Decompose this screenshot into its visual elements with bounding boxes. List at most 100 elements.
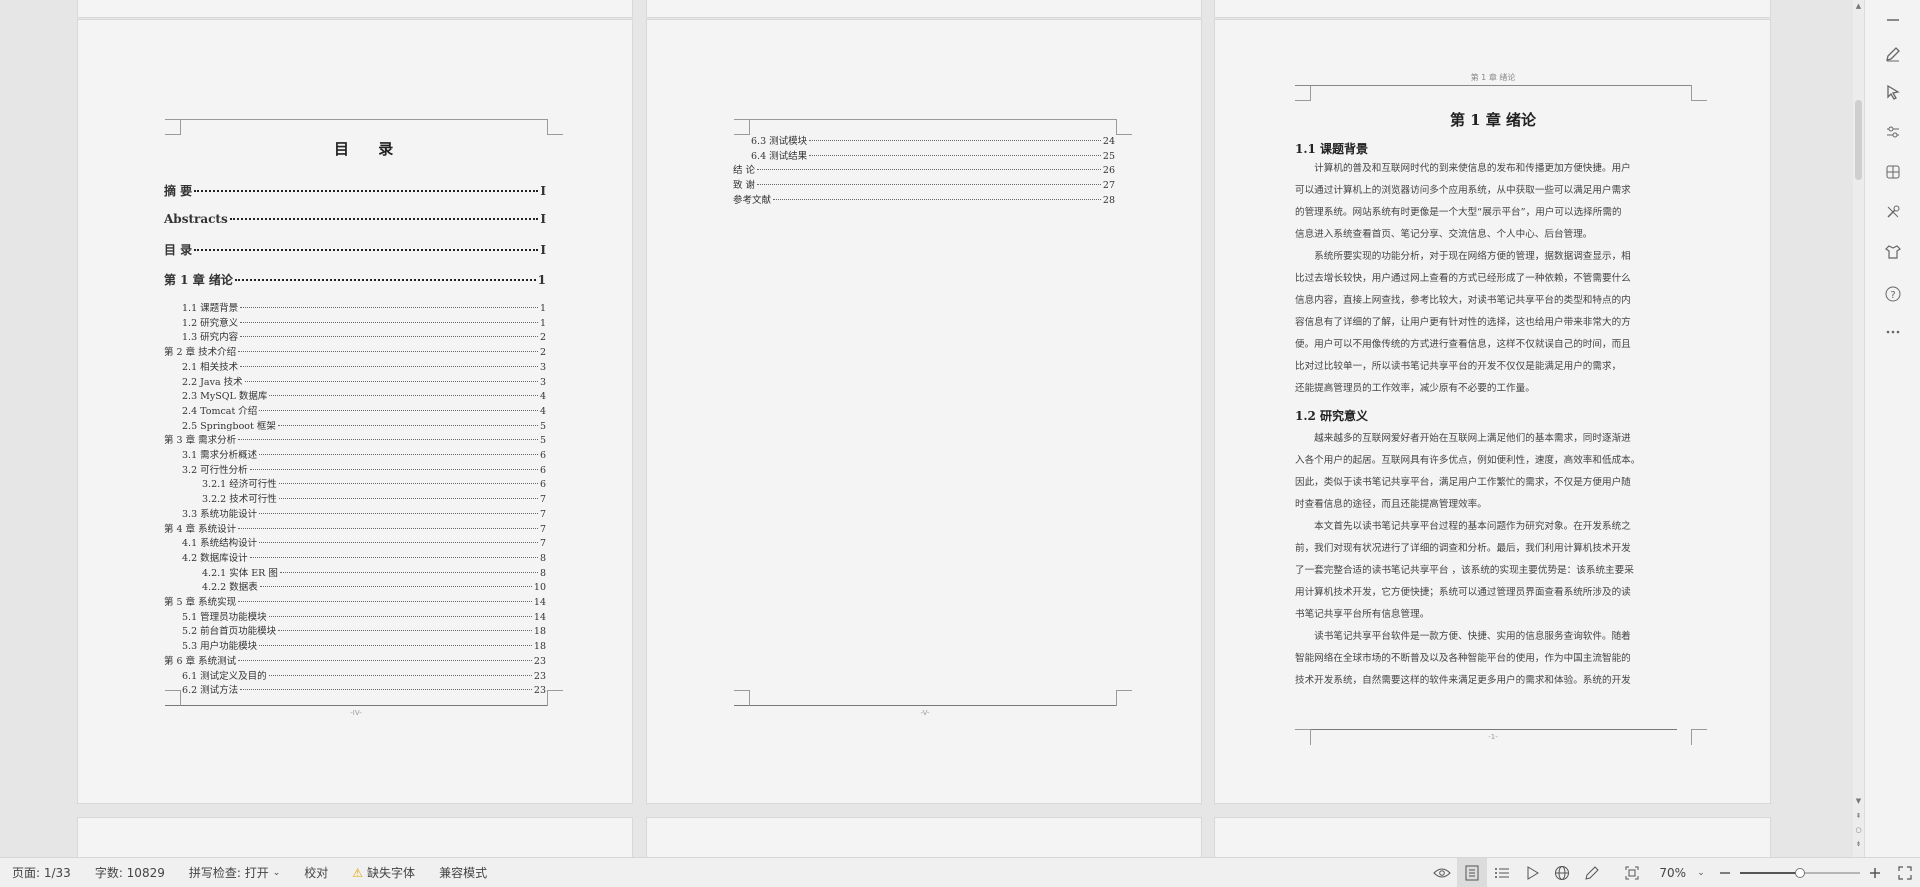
toc-entry[interactable]: 5.1 管理员功能模块 14 — [182, 609, 546, 623]
warning-icon: ⚠ — [352, 865, 364, 880]
toc-entry-title: 摘 要 — [164, 184, 193, 198]
next-page-fragment — [1214, 817, 1771, 857]
toc-entry[interactable]: 2.1 相关技术 3 — [182, 359, 546, 373]
adjust-icon[interactable] — [1881, 120, 1905, 144]
scroll-down-icon[interactable]: ▼ — [1854, 797, 1863, 806]
toc-entry-page: 8 — [539, 552, 546, 564]
toc-entry[interactable]: 3.2 可行性分析 6 — [182, 462, 546, 476]
proofread-button[interactable]: 校对 — [292, 864, 340, 881]
zoom-out-icon[interactable] — [1710, 858, 1740, 887]
toc-entry[interactable]: 6.1 测试定义及目的 23 — [182, 668, 546, 682]
compat-mode-label: 兼容模式 — [439, 866, 488, 880]
zoom-in-icon[interactable] — [1860, 858, 1890, 887]
next-page-icon[interactable]: ⇟ — [1854, 840, 1863, 849]
toc-entry-page: 7 — [539, 523, 546, 535]
toc-entry[interactable]: 3.3 系统功能设计 7 — [182, 506, 546, 520]
toc-entry-title: 致 谢 — [733, 180, 756, 192]
help-icon[interactable]: ? — [1881, 282, 1905, 306]
page-toc[interactable]: 目 录 摘 要 I Abstracts I 目 录I第 1 章 绪论 1 1.1 课题背景 1… — [77, 19, 633, 804]
toc-leader-dots — [234, 278, 536, 281]
toc-entry[interactable]: 4.2.1 实体 ER 图 8 — [202, 565, 546, 579]
toc-entry[interactable]: 目 录I — [164, 241, 546, 258]
toc-leader-dots — [277, 424, 538, 426]
toc-entry[interactable]: 第 2 章 技术介绍 2 — [164, 344, 546, 358]
page-toc-continued[interactable]: 6.3 测试模块 24 6.4 测试结果 25 结 论 26 致 谢 27 参考文献 28 -V- — [646, 19, 1202, 804]
toc-entry-title: 5.1 管理员功能模块 — [182, 611, 267, 623]
toc-entry[interactable]: Abstracts I — [164, 212, 546, 226]
select-browse-icon[interactable]: ○ — [1854, 826, 1863, 835]
zoom-slider-knob[interactable] — [1795, 868, 1805, 878]
toc-entry[interactable]: 5.3 用户功能模块 18 — [182, 638, 546, 652]
page-indicator[interactable]: 页面: 1/33 — [0, 864, 83, 881]
missing-font-button[interactable]: ⚠ 缺失字体 — [340, 864, 427, 881]
toc-entry[interactable]: 6.3 测试模块 24 — [751, 133, 1115, 147]
toc-entry[interactable]: 2.3 MySQL 数据库 4 — [182, 388, 546, 402]
toc-entry[interactable]: 4.2 数据库设计 8 — [182, 550, 546, 564]
toc-entry[interactable]: 5.2 前台首页功能模块 18 — [182, 623, 546, 637]
body-paragraph: 计算机的普及和互联网时代的到来使信息的发布和传播更加方便快捷。用户 可以通过计算… — [1295, 163, 1631, 240]
zoom-level[interactable]: 70% — [1647, 866, 1692, 880]
skin-icon[interactable] — [1881, 240, 1905, 264]
toc-entry-title: 1.1 课题背景 — [182, 303, 239, 314]
toc-entry[interactable]: 1.2 研究意义 1 — [182, 315, 546, 329]
toc-entry[interactable]: 1.3 研究内容 2 — [182, 329, 546, 343]
outline-view-icon[interactable] — [1487, 858, 1517, 887]
tools-icon[interactable] — [1881, 200, 1905, 224]
next-page-fragment — [77, 817, 633, 857]
toc-entry-page: 23 — [533, 685, 546, 697]
select-cursor-icon[interactable] — [1881, 80, 1905, 104]
toc-entry[interactable]: 1.1 课题背景 1 — [182, 300, 546, 314]
toc-entry[interactable]: 4.1 系统结构设计 7 — [182, 535, 546, 549]
chevron-down-icon[interactable]: ⌄ — [1692, 858, 1710, 887]
spellcheck-toggle[interactable]: 拼写检查: 打开 ⌄ — [177, 864, 292, 881]
toc-entry-page: I — [540, 211, 546, 226]
toc-entry-page: 7 — [539, 508, 546, 520]
fit-page-icon[interactable] — [1617, 858, 1647, 887]
page-number: -V- — [920, 709, 930, 717]
scroll-up-icon[interactable]: ▲ — [1854, 2, 1863, 11]
toc-entry[interactable]: 摘 要I — [164, 182, 546, 199]
table-tool-icon[interactable] — [1881, 160, 1905, 184]
toc-entry[interactable]: 第 1 章 绪论 1 — [164, 271, 546, 288]
zoom-slider[interactable] — [1740, 858, 1860, 887]
toc-entry-title: 3.2.1 经济可行性 — [202, 479, 277, 491]
toc-entry[interactable]: 第 5 章 系统实现 14 — [164, 594, 546, 608]
toc-entry[interactable]: 第 6 章 系统测试 23 — [164, 653, 546, 667]
toc-entry[interactable]: 6.2 测试方法 23 — [182, 682, 546, 696]
toc-entry[interactable]: 2.2 Java 技术 3 — [182, 374, 546, 388]
toc-entry[interactable]: 3.1 需求分析概述 6 — [182, 447, 546, 461]
eye-protect-icon[interactable] — [1427, 858, 1457, 887]
scrollbar-thumb[interactable] — [1855, 100, 1862, 180]
toc-entry[interactable]: 2.5 Springboot 框架 5 — [182, 418, 546, 432]
web-view-icon[interactable] — [1547, 858, 1577, 887]
page-view-icon[interactable] — [1457, 858, 1488, 887]
prev-page-icon[interactable]: ⇞ — [1854, 812, 1863, 821]
pen-icon[interactable] — [1577, 858, 1607, 887]
toc-entry[interactable]: 3.2.2 技术可行性 7 — [202, 491, 546, 505]
edit-pen-icon[interactable] — [1881, 42, 1905, 66]
vertical-scrollbar[interactable]: ▲ ▼ ⇞ ○ ⇟ — [1853, 0, 1864, 857]
toc-entry[interactable]: 6.4 测试结果 25 — [751, 148, 1115, 162]
word-count[interactable]: 字数: 10829 — [83, 864, 177, 881]
fullscreen-icon[interactable] — [1890, 858, 1920, 887]
toc-entry[interactable]: 结 论 26 — [733, 162, 1115, 176]
toc-entry[interactable]: 第 3 章 需求分析 5 — [164, 432, 546, 446]
toc-entry[interactable]: 参考文献 28 — [733, 192, 1115, 206]
document-workspace[interactable]: 目 录 摘 要 I Abstracts I 目 录I第 1 章 绪论 1 1.1 课题背景 1… — [0, 0, 1853, 857]
page-chapter-1[interactable]: 第 1 章 绪论 第 1 章 绪论 1.1 课题背景 计算机的普及和互联网时代的… — [1214, 19, 1771, 804]
minimize-icon[interactable] — [1881, 8, 1905, 32]
toc-leader-dots — [238, 439, 538, 441]
toc-entry[interactable]: 2.4 Tomcat 介绍 4 — [182, 403, 546, 417]
toc-entry-page: 6 — [539, 450, 546, 461]
toc-entry[interactable]: 3.2.1 经济可行性 6 — [202, 476, 546, 490]
toc-leader-dots — [773, 198, 1101, 200]
toc-entry[interactable]: 致 谢 27 — [733, 177, 1115, 191]
play-icon[interactable] — [1517, 858, 1547, 887]
chevron-down-icon: ⌄ — [272, 867, 281, 878]
toc-entry[interactable]: 第 4 章 系统设计 7 — [164, 521, 546, 535]
more-icon[interactable] — [1881, 320, 1905, 344]
toc-leader-dots — [259, 512, 538, 514]
toc-leader-dots — [268, 674, 532, 676]
toc-entry-page: 18 — [533, 626, 546, 638]
toc-entry[interactable]: 4.2.2 数据表 10 — [202, 579, 546, 593]
